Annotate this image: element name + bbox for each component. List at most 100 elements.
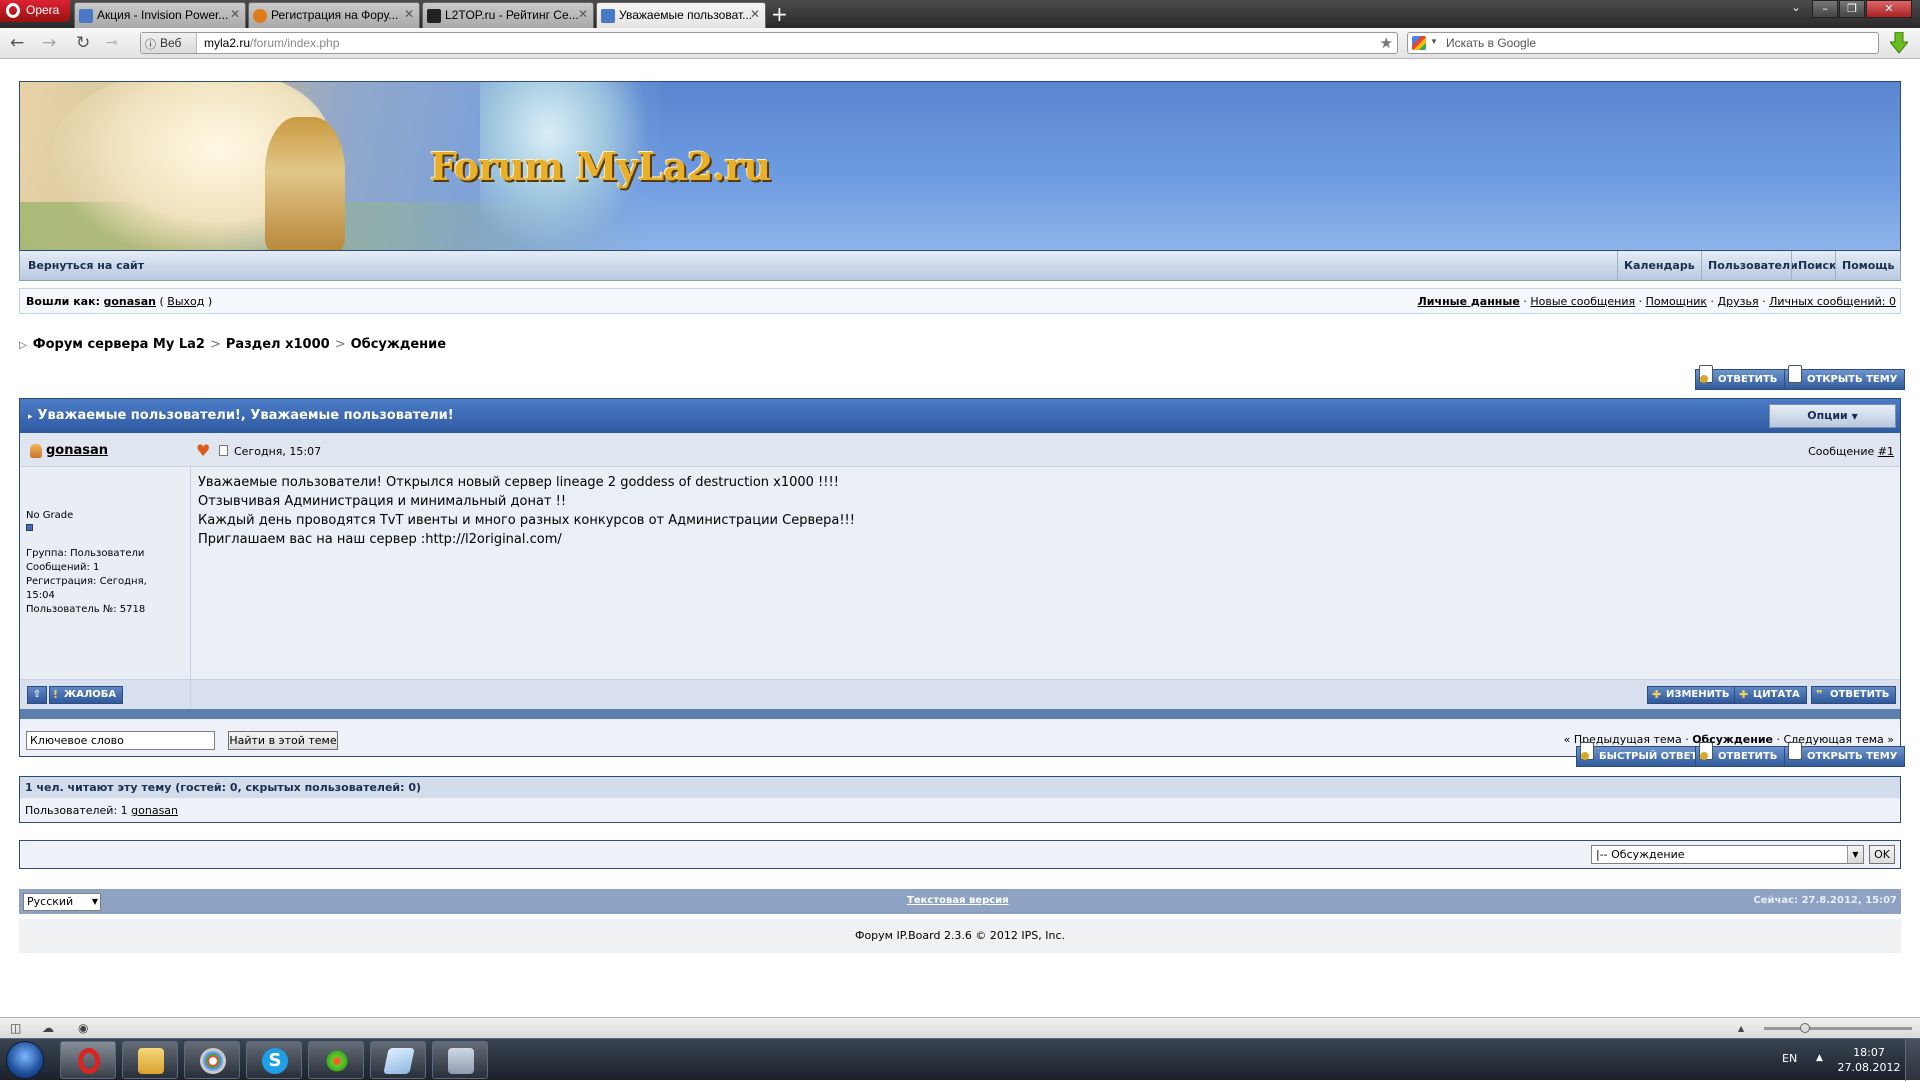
forum-jump-ok-button[interactable]: OK	[1869, 845, 1895, 864]
breadcrumb-item[interactable]: Раздел x1000	[226, 337, 330, 352]
show-desktop-button[interactable]	[1905, 1039, 1920, 1081]
security-badge[interactable]: ⓘ Веб	[141, 33, 197, 53]
taskbar-notepad[interactable]	[370, 1041, 426, 1079]
report-button[interactable]: ! ЖАЛОБА	[49, 686, 124, 704]
panel-toggle-icon[interactable]: ◫	[10, 1021, 21, 1035]
taskbar-skype[interactable]: S	[246, 1041, 302, 1079]
readers-header: 1 чел. читают эту тему (гостей: 0, скрыт…	[20, 777, 1900, 798]
download-arrow-icon[interactable]	[1890, 32, 1908, 54]
quote-mark-icon: ❞	[1816, 688, 1823, 701]
triangle-right-icon: ▸	[28, 412, 33, 422]
browser-tab[interactable]: Акция - Invision Power... ✕	[74, 2, 246, 28]
forum-jump-box: |-- Обсуждение ▼ OK	[19, 840, 1901, 869]
search-in-topic-button[interactable]: Найти в этой теме	[228, 731, 338, 750]
tab-title: L2TOP.ru - Рейтинг Се...	[445, 8, 579, 22]
post-reply-button[interactable]: ❞ ОТВЕТИТЬ	[1811, 686, 1897, 704]
taskbar-explorer[interactable]	[122, 1041, 178, 1079]
breadcrumb-item[interactable]: Обсуждение	[351, 337, 446, 352]
reload-icon[interactable]: ↻	[76, 33, 90, 53]
author-member-no: Пользователь №: 5718	[26, 604, 146, 615]
back-icon[interactable]: ←	[10, 33, 24, 53]
post-number-label: Сообщение	[1808, 445, 1875, 458]
new-tab-button[interactable]: +	[771, 2, 788, 26]
post-reply-label: ОТВЕТИТЬ	[1830, 689, 1890, 700]
my-controls-link[interactable]: Личные данные	[1418, 295, 1520, 308]
quick-reply-label: БЫСТРЫЙ ОТВЕТ	[1599, 751, 1698, 762]
browser-tab[interactable]: Регистрация на Фору... ✕	[248, 2, 420, 28]
opera-menu-button[interactable]: Opera	[0, 0, 70, 22]
forum-top-nav: Вернуться на сайт Календарь Пользователи…	[19, 250, 1901, 281]
browser-tab-active[interactable]: Уважаемые пользоват... ✕	[596, 2, 766, 28]
keyword-input[interactable]: Ключевое слово	[26, 731, 215, 750]
cloud-icon[interactable]: ☁	[42, 1021, 54, 1035]
user-links: Личные данные · Новые сообщения · Помощн…	[1417, 295, 1896, 308]
new-topic-button-bottom[interactable]: ОТКРЫТЬ ТЕМУ	[1784, 742, 1906, 767]
taskbar-calculator[interactable]	[432, 1041, 488, 1079]
edit-button[interactable]: ✚ ИЗМЕНИТЬ	[1647, 686, 1737, 704]
minimize-button[interactable]: –	[1812, 0, 1838, 18]
key-icon[interactable]: ⊸	[106, 33, 118, 53]
search-field[interactable]: ▼ Искать в Google	[1407, 32, 1879, 54]
close-window-button[interactable]: ✕	[1866, 0, 1912, 18]
chevron-down-icon[interactable]: ▼	[1430, 37, 1438, 46]
chevron-up-icon[interactable]: ▲	[1738, 1024, 1744, 1033]
post-author-link[interactable]: gonasan	[30, 443, 108, 458]
post-line: Уважаемые пользователи! Открылся новый с…	[198, 475, 839, 490]
start-button[interactable]	[6, 1041, 44, 1079]
new-topic-button[interactable]: ОТКРЫТЬ ТЕМУ	[1784, 365, 1906, 390]
readers-count: Пользователей: 1	[25, 804, 128, 817]
zoom-slider-handle[interactable]	[1800, 1023, 1810, 1033]
close-tab-icon[interactable]: ✕	[750, 7, 760, 21]
info-icon: ⓘ	[145, 39, 156, 51]
heart-icon[interactable]: ♥	[196, 443, 210, 459]
username-link[interactable]: gonasan	[103, 295, 156, 308]
taskbar-icq[interactable]	[308, 1041, 364, 1079]
post-number-link[interactable]: #1	[1878, 445, 1894, 458]
forum-logo[interactable]: Forum MyLa2.ru	[430, 144, 771, 189]
reader-user-link[interactable]: gonasan	[131, 804, 178, 817]
address-field[interactable]: ⓘ Веб myla2.ru/forum/index.php ★	[140, 32, 1398, 54]
tab-list-icon[interactable]: ⌄	[1784, 0, 1808, 18]
nav-members-link[interactable]: Пользователи	[1701, 251, 1804, 280]
nav-help-link[interactable]: Помощь	[1835, 251, 1900, 280]
reply-button[interactable]: ОТВЕТИТЬ	[1695, 365, 1786, 390]
breadcrumb: ▷ Форум сервера My La2 > Раздел x1000 > Обсуж…	[19, 337, 446, 352]
maximize-button[interactable]: ❐	[1839, 0, 1865, 18]
language-select[interactable]: Русский ▼	[23, 893, 101, 911]
speed-dial-icon[interactable]: ◉	[78, 1021, 88, 1035]
quick-reply-button[interactable]: БЫСТРЫЙ ОТВЕТ	[1576, 742, 1706, 767]
zoom-slider[interactable]	[1764, 1027, 1912, 1030]
lofi-version-link[interactable]: Текстовая версия	[907, 895, 1009, 906]
tray-expand-icon[interactable]: ▲	[1816, 1053, 1823, 1063]
bookmark-star-icon[interactable]: ★	[1380, 34, 1393, 52]
browser-tab[interactable]: L2TOP.ru - Рейтинг Се... ✕	[422, 2, 594, 28]
breadcrumb-item[interactable]: Форум сервера My La2	[33, 337, 205, 352]
assistant-link[interactable]: Помощник	[1646, 295, 1707, 308]
system-clock[interactable]: 18:07 27.08.2012	[1836, 1045, 1902, 1075]
browser-tab-bar: Opera Акция - Invision Power... ✕ Регист…	[0, 0, 1920, 28]
chevron-down-icon: ▼	[1847, 846, 1863, 863]
forum-jump-select[interactable]: |-- Обсуждение ▼	[1591, 845, 1864, 864]
forward-icon[interactable]: →	[42, 33, 56, 53]
taskbar-opera[interactable]	[60, 1041, 116, 1079]
nav-calendar-link[interactable]: Календарь	[1617, 251, 1701, 280]
friends-link[interactable]: Друзья	[1718, 295, 1759, 308]
chevron-down-icon: ▼	[91, 897, 98, 906]
active-readers-box: 1 чел. читают эту тему (гостей: 0, скрыт…	[19, 776, 1901, 823]
author-group: Группа: Пользователи	[26, 548, 145, 559]
options-label: Опции	[1807, 409, 1848, 422]
close-tab-icon[interactable]: ✕	[404, 7, 414, 21]
logout-link[interactable]: Выход	[167, 295, 204, 308]
options-dropdown[interactable]: Опции ▼	[1769, 404, 1896, 428]
messages-link[interactable]: Личных сообщений: 0	[1769, 295, 1896, 308]
taskbar-paint[interactable]	[184, 1041, 240, 1079]
keyboard-language[interactable]: EN	[1782, 1052, 1797, 1065]
back-to-site-link[interactable]: Вернуться на сайт	[22, 251, 150, 280]
calculator-icon	[448, 1048, 474, 1074]
close-tab-icon[interactable]: ✕	[578, 7, 588, 21]
quote-button[interactable]: ✚ ЦИТАТА	[1734, 686, 1807, 704]
new-posts-link[interactable]: Новые сообщения	[1530, 295, 1635, 308]
scroll-top-button[interactable]: ⇧	[27, 686, 47, 704]
reply-button-bottom[interactable]: ОТВЕТИТЬ	[1695, 742, 1786, 767]
close-tab-icon[interactable]: ✕	[230, 7, 240, 21]
